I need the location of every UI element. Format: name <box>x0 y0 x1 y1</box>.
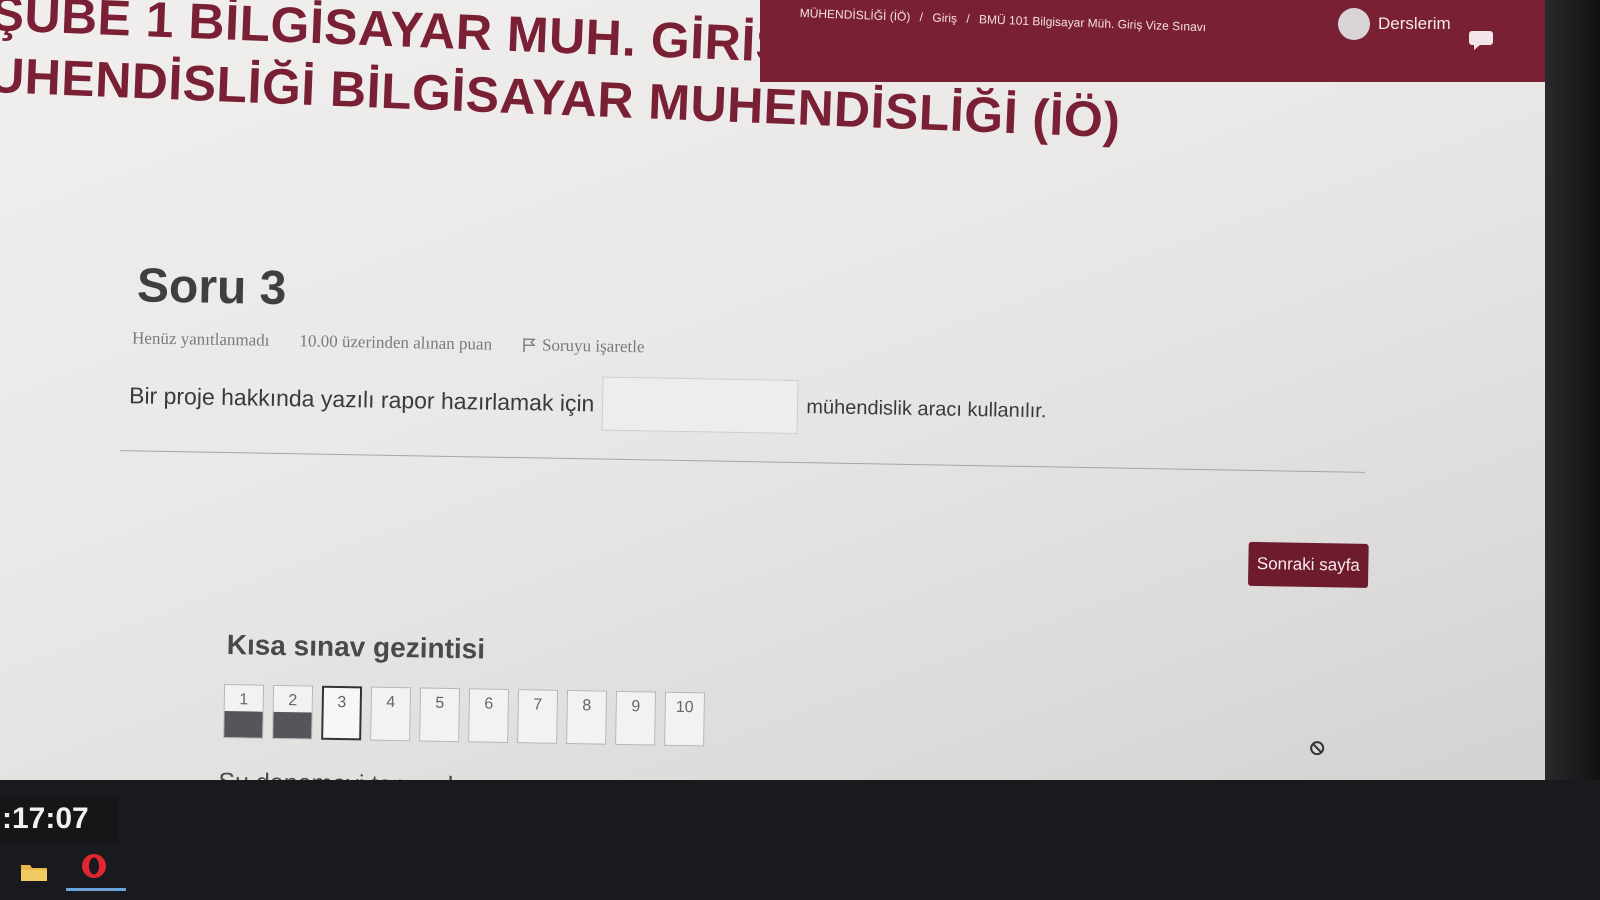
flag-question-label: Soruyu işaretle <box>541 335 645 357</box>
quiz-navigation-title: Kısa sınav gezintisi <box>226 629 486 665</box>
quiz-nav-button-5[interactable]: 5 <box>419 687 461 743</box>
quiz-nav-button-6[interactable]: 6 <box>468 688 510 743</box>
question-status: Henüz yanıtlanmadı <box>131 328 270 350</box>
flag-question-link[interactable]: Soruyu işaretle <box>522 335 645 357</box>
divider <box>120 450 1365 473</box>
flag-icon <box>523 338 536 353</box>
quiz-nav-button-10[interactable]: 10 <box>664 691 706 747</box>
quiz-nav-button-9[interactable]: 9 <box>615 690 657 746</box>
question-area: Soru 3 Henüz yanıtlanmadı 10.00 üzerinde… <box>0 0 1545 790</box>
taskbar <box>0 780 1600 900</box>
answer-input[interactable] <box>601 376 799 434</box>
question-text: Bir proje hakkında yazılı rapor hazırlam… <box>129 368 1047 438</box>
timer: :17:07 <box>0 796 118 844</box>
question-marks: 10.00 üzerinden alınan puan <box>299 331 493 354</box>
active-app-indicator <box>66 888 126 891</box>
question-text-before: Bir proje hakkında yazılı rapor hazırlam… <box>128 381 595 416</box>
quiz-nav-button-4[interactable]: 4 <box>370 686 412 742</box>
browser-screen: MÜHENDİSLİĞİ (İÖ) / Giriş / BMÜ 101 Bilg… <box>0 0 1545 790</box>
question-text-after: mühendislik aracı kullanılır. <box>806 395 1047 422</box>
quiz-nav-button-3[interactable]: 3 <box>321 685 363 741</box>
quiz-nav-button-1[interactable]: 1 <box>223 684 265 739</box>
quiz-navigation-buttons: 1 2 3 4 5 6 7 8 9 10 <box>223 684 706 747</box>
quiz-nav-button-7[interactable]: 7 <box>517 689 559 744</box>
quiz-nav-button-2[interactable]: 2 <box>272 684 314 740</box>
quiz-nav-button-8[interactable]: 8 <box>566 690 608 745</box>
opera-icon[interactable] <box>80 852 108 880</box>
blocked-icon <box>1310 741 1325 756</box>
question-title: Soru 3 <box>136 259 287 316</box>
next-page-button[interactable]: Sonraki sayfa <box>1247 541 1369 588</box>
monitor-bezel <box>1545 0 1600 900</box>
folder-icon[interactable] <box>20 862 48 882</box>
question-info: Henüz yanıtlanmadı 10.00 üzerinden alına… <box>132 328 645 357</box>
